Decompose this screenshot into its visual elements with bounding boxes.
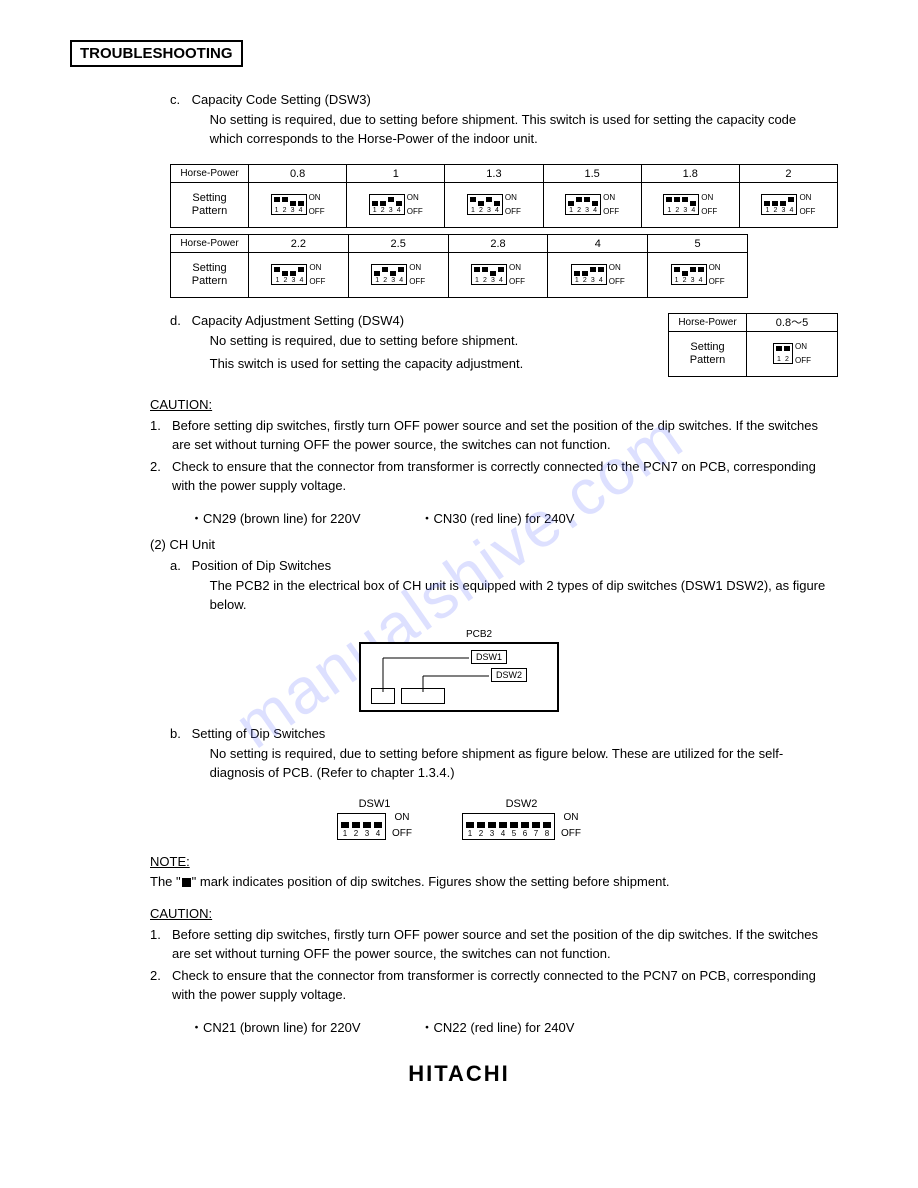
dip-switch-icon: 1234 bbox=[671, 264, 707, 285]
section-2-head: (2) CH Unit bbox=[150, 537, 868, 552]
dsw3-table-row1: Horse-PowerSetting Pattern0.81234ONOFF11… bbox=[170, 164, 838, 228]
section-2b: b. Setting of Dip Switches No setting is… bbox=[170, 726, 828, 783]
dip-switch-icon: 1234 bbox=[467, 194, 503, 215]
caution1-list: 1.Before setting dip switches, firstly t… bbox=[150, 416, 838, 496]
pcb2-dsw1-block bbox=[371, 688, 395, 704]
dip-switch-icon: 1234 bbox=[271, 194, 307, 215]
dip-switch-icon: 1234 bbox=[369, 194, 405, 215]
pcb2-dsw2-block bbox=[401, 688, 445, 704]
dip-switch-icon: 1234 bbox=[337, 813, 386, 840]
section-2a-title: Position of Dip Switches bbox=[192, 558, 331, 573]
dip-switch-icon: 1234 bbox=[663, 194, 699, 215]
dsw-figures: DSW11234ONOFFDSW212345678ONOFF bbox=[50, 798, 868, 840]
dip-switch-icon: 1234 bbox=[471, 264, 507, 285]
dsw-fig-label: DSW2 bbox=[462, 798, 581, 810]
caution2-item2: Check to ensure that the connector from … bbox=[172, 966, 838, 1005]
dip-switch-icon: 1234 bbox=[271, 264, 307, 285]
caution1-head: CAUTION: bbox=[150, 397, 868, 412]
section-2a-desc: The PCB2 in the electrical box of CH uni… bbox=[210, 577, 828, 615]
section-d: d. Capacity Adjustment Setting (DSW4) No… bbox=[170, 313, 628, 374]
caution2-head: CAUTION: bbox=[150, 906, 868, 921]
section-d-line1: No setting is required, due to setting b… bbox=[210, 332, 628, 351]
dip-switch-icon: 1234 bbox=[761, 194, 797, 215]
pcb2-label: PCB2 bbox=[399, 629, 559, 640]
section-d-line2: This switch is used for setting the capa… bbox=[210, 355, 628, 374]
dip-switch-icon: 12345678 bbox=[462, 813, 555, 840]
caution1-conn-b: ・CN30 (red line) for 240V bbox=[421, 508, 575, 527]
page-title: TROUBLESHOOTING bbox=[70, 40, 243, 67]
section-2a: a. Position of Dip Switches The PCB2 in … bbox=[170, 558, 828, 615]
section-c: c. Capacity Code Setting (DSW3) No setti… bbox=[170, 92, 828, 149]
caution1-item1: Before setting dip switches, firstly tur… bbox=[172, 416, 838, 455]
section-c-letter: c. bbox=[170, 92, 188, 107]
caution2-conn-a: ・CN21 (brown line) for 220V bbox=[190, 1017, 361, 1036]
caution2-item1: Before setting dip switches, firstly tur… bbox=[172, 925, 838, 964]
section-2b-desc: No setting is required, due to setting b… bbox=[210, 745, 828, 783]
caution2-conn-b: ・CN22 (red line) for 240V bbox=[421, 1017, 575, 1036]
section-2b-letter: b. bbox=[170, 726, 188, 741]
section-d-title: Capacity Adjustment Setting (DSW4) bbox=[192, 313, 404, 328]
dip-switch-icon: 1234 bbox=[371, 264, 407, 285]
dsw4-table: Horse-PowerSetting Pattern0.8～512ONOFF bbox=[668, 313, 838, 377]
section-c-desc: No setting is required, due to setting b… bbox=[210, 111, 828, 149]
dip-switch-icon: 1234 bbox=[571, 264, 607, 285]
note-head: NOTE: bbox=[150, 854, 868, 869]
section-2b-title: Setting of Dip Switches bbox=[192, 726, 326, 741]
black-square-icon bbox=[182, 878, 191, 887]
section-d-letter: d. bbox=[170, 313, 188, 328]
section-2a-letter: a. bbox=[170, 558, 188, 573]
dip-switch-icon: 1234 bbox=[565, 194, 601, 215]
note-text: The "" mark indicates position of dip sw… bbox=[150, 872, 838, 892]
pcb2-figure: PCB2 DSW1 DSW2 bbox=[359, 629, 559, 712]
section-c-title: Capacity Code Setting (DSW3) bbox=[192, 92, 371, 107]
caution1-conn-a: ・CN29 (brown line) for 220V bbox=[190, 508, 361, 527]
caution2-list: 1.Before setting dip switches, firstly t… bbox=[150, 925, 838, 1005]
dip-switch-icon: 12 bbox=[773, 343, 793, 364]
dsw3-table-row2: Horse-PowerSetting Pattern2.21234ONOFF2.… bbox=[170, 234, 748, 298]
caution1-item2: Check to ensure that the connector from … bbox=[172, 457, 838, 496]
dsw-fig-label: DSW1 bbox=[337, 798, 412, 810]
brand-logo: HITACHI bbox=[50, 1061, 868, 1087]
